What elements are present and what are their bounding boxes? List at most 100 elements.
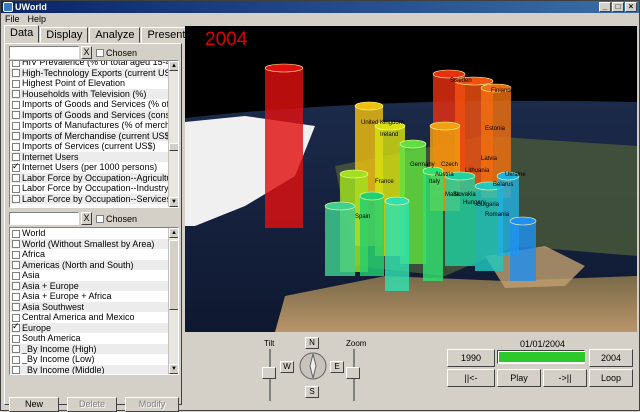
indicator-list-item[interactable]: Labor Force by Occupation--Industry bbox=[10, 183, 169, 194]
region-list-item[interactable]: _By Income (Middle) bbox=[10, 364, 169, 374]
item-checkbox[interactable] bbox=[12, 261, 20, 270]
zoom-handle[interactable] bbox=[346, 367, 360, 379]
item-checkbox[interactable] bbox=[12, 250, 20, 259]
delete-button[interactable]: Delete bbox=[67, 397, 117, 412]
item-checkbox[interactable] bbox=[12, 313, 20, 322]
west-button[interactable]: W bbox=[280, 361, 294, 373]
chosen-checkbox[interactable] bbox=[96, 214, 104, 223]
start-year-button[interactable]: 1990 bbox=[447, 349, 495, 367]
indicator-list-item[interactable]: Imports of Goods and Services (constant bbox=[10, 109, 169, 120]
north-button[interactable]: N bbox=[305, 337, 319, 349]
item-checkbox[interactable] bbox=[12, 100, 20, 109]
indicator-list-item[interactable]: High-Technology Exports (current US$) bbox=[10, 67, 169, 78]
item-checkbox[interactable] bbox=[12, 121, 20, 130]
south-button[interactable]: S bbox=[305, 386, 319, 398]
indicator-list-item[interactable]: HIV Prevalence (% of total aged 15-49) bbox=[10, 61, 169, 68]
item-checkbox[interactable] bbox=[12, 132, 20, 141]
scroll-thumb[interactable] bbox=[169, 240, 178, 310]
region-list-item[interactable]: Africa bbox=[10, 249, 169, 260]
region-search-input[interactable] bbox=[9, 212, 79, 225]
tab-analyze[interactable]: Analyze bbox=[89, 27, 141, 43]
item-checkbox[interactable] bbox=[12, 79, 20, 88]
item-checkbox[interactable] bbox=[12, 184, 20, 193]
title-bar[interactable]: UWorld _ □ × bbox=[1, 1, 639, 13]
globe-view[interactable]: Sweden Finland United Kingdom Estonia German… bbox=[185, 26, 637, 332]
region-list-item[interactable]: _By Income (Low) bbox=[10, 354, 169, 365]
item-checkbox[interactable] bbox=[12, 355, 20, 364]
close-button[interactable]: × bbox=[625, 2, 637, 12]
chosen-checkbox[interactable] bbox=[96, 48, 104, 57]
region-scrollbar[interactable]: ▲ ▼ bbox=[168, 228, 178, 374]
indicator-search-input[interactable] bbox=[9, 46, 79, 59]
item-checkbox[interactable] bbox=[12, 90, 20, 99]
minimize-button[interactable]: _ bbox=[599, 2, 611, 12]
indicator-list-item[interactable]: Internet Users (per 1000 persons) bbox=[10, 162, 169, 173]
rewind-button[interactable]: ||<- bbox=[447, 369, 495, 387]
region-clear-button[interactable]: X bbox=[81, 212, 92, 225]
scroll-up-arrow[interactable]: ▲ bbox=[169, 228, 178, 238]
region-list-item[interactable]: Europe bbox=[10, 322, 169, 333]
region-list-item[interactable]: Asia Southwest bbox=[10, 301, 169, 312]
item-checkbox[interactable] bbox=[12, 111, 20, 120]
item-checkbox[interactable] bbox=[12, 69, 20, 78]
maximize-button[interactable]: □ bbox=[612, 2, 624, 12]
region-list-item[interactable]: World bbox=[10, 228, 169, 239]
play-button[interactable]: Play bbox=[497, 369, 541, 387]
indicator-list-item[interactable]: Imports of Services (current US$) bbox=[10, 141, 169, 152]
item-checkbox[interactable] bbox=[12, 334, 20, 343]
region-list-item[interactable]: Asia + Europe + Africa bbox=[10, 291, 169, 302]
indicator-list-item[interactable]: Labor Force by Occupation--Services bbox=[10, 193, 169, 204]
region-list-item[interactable]: Asia bbox=[10, 270, 169, 281]
indicator-chosen-toggle[interactable]: Chosen bbox=[96, 48, 137, 58]
new-button[interactable]: New bbox=[9, 397, 59, 412]
item-checkbox[interactable] bbox=[12, 195, 20, 204]
region-chosen-toggle[interactable]: Chosen bbox=[96, 214, 137, 224]
indicator-list-item[interactable]: Households with Television (%) bbox=[10, 88, 169, 99]
scroll-thumb[interactable] bbox=[169, 143, 178, 151]
east-button[interactable]: E bbox=[330, 361, 344, 373]
item-checkbox[interactable] bbox=[12, 142, 20, 151]
end-year-button[interactable]: 2004 bbox=[589, 349, 633, 367]
item-checkbox[interactable] bbox=[12, 366, 20, 374]
scroll-down-arrow[interactable]: ▼ bbox=[169, 364, 178, 374]
tab-present[interactable]: Present bbox=[141, 27, 192, 43]
item-checkbox[interactable] bbox=[12, 282, 20, 291]
indicator-list-item[interactable]: Imports of Merchandise (current US$) bbox=[10, 130, 169, 141]
menu-help[interactable]: Help bbox=[28, 13, 47, 25]
item-checkbox[interactable] bbox=[12, 240, 20, 249]
tab-data[interactable]: Data bbox=[4, 25, 40, 43]
region-list[interactable]: World World (Without Smallest by Area) Afr… bbox=[9, 227, 179, 375]
indicator-list-item[interactable]: Highest Point of Elevation bbox=[10, 78, 169, 89]
indicator-list-item[interactable]: Labor Force by Occupation--Agriculture bbox=[10, 172, 169, 183]
item-checkbox[interactable] bbox=[12, 162, 20, 172]
scroll-up-arrow[interactable]: ▲ bbox=[169, 61, 178, 71]
item-checkbox[interactable] bbox=[12, 323, 20, 333]
item-checkbox[interactable] bbox=[12, 292, 20, 301]
region-list-item[interactable]: Americas (North and South) bbox=[10, 259, 169, 270]
region-list-item[interactable]: _By Income (High) bbox=[10, 343, 169, 354]
indicator-list[interactable]: HIV Prevalence (% of total aged 15-49) Hi… bbox=[9, 60, 179, 208]
item-checkbox[interactable] bbox=[12, 174, 20, 183]
indicator-list-item[interactable]: Internet Users bbox=[10, 151, 169, 162]
indicator-scrollbar[interactable]: ▲ ▼ bbox=[168, 61, 178, 207]
tab-display[interactable]: Display bbox=[40, 27, 89, 43]
modify-button[interactable]: Modify bbox=[125, 397, 179, 412]
menu-file[interactable]: File bbox=[5, 13, 20, 25]
scroll-down-arrow[interactable]: ▼ bbox=[169, 197, 178, 207]
compass-icon[interactable] bbox=[298, 351, 328, 381]
tilt-handle[interactable] bbox=[262, 367, 276, 379]
forward-button[interactable]: ->|| bbox=[543, 369, 587, 387]
indicator-clear-button[interactable]: X bbox=[81, 46, 92, 59]
indicator-list-item[interactable]: Imports of Manufactures (% of merchandis… bbox=[10, 120, 169, 131]
region-list-item[interactable]: World (Without Smallest by Area) bbox=[10, 238, 169, 249]
item-checkbox[interactable] bbox=[12, 303, 20, 312]
item-checkbox[interactable] bbox=[12, 345, 20, 354]
region-list-item[interactable]: Asia + Europe bbox=[10, 280, 169, 291]
item-checkbox[interactable] bbox=[12, 61, 20, 67]
region-list-item[interactable]: Central America and Mexico bbox=[10, 312, 169, 323]
time-progress[interactable] bbox=[497, 350, 585, 364]
item-checkbox[interactable] bbox=[12, 153, 20, 162]
loop-button[interactable]: Loop bbox=[589, 369, 633, 387]
region-list-item[interactable]: South America bbox=[10, 333, 169, 344]
indicator-list-item[interactable]: Imports of Goods and Services (% of GDP) bbox=[10, 99, 169, 110]
